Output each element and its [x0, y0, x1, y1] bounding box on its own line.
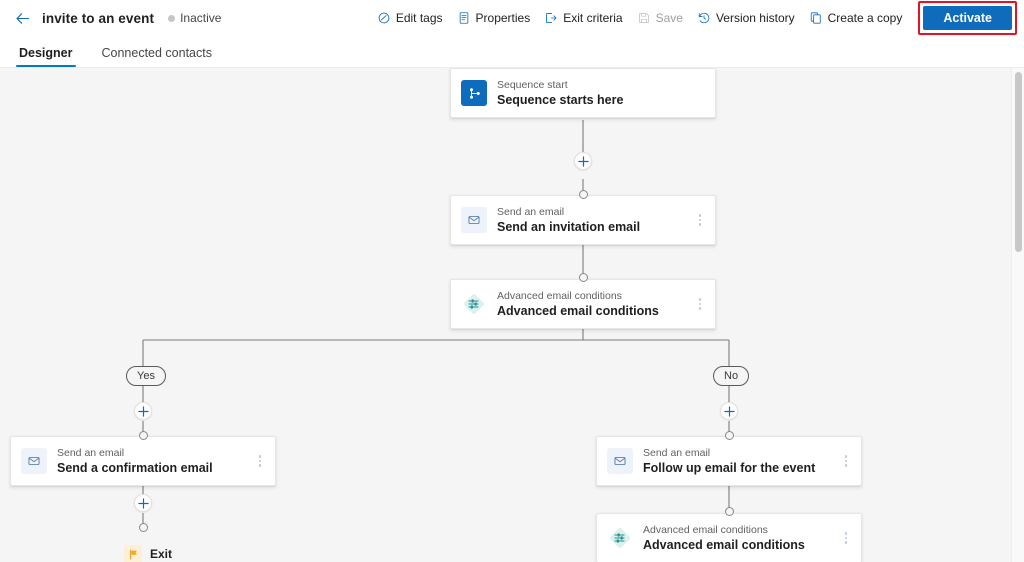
tab-designer-label: Designer [19, 46, 73, 60]
connector-dot-follow-up-email [724, 431, 734, 440]
version-history-label: Version history [715, 11, 795, 25]
activate-highlight-box: Activate [918, 1, 1017, 35]
exit-criteria-label: Exit criteria [563, 11, 623, 25]
tag-icon [377, 11, 391, 25]
node-name-label: Advanced email conditions [497, 304, 659, 318]
node-type-label: Send an email [57, 447, 125, 459]
copy-icon [809, 11, 823, 25]
connector-dot-confirmation-email [138, 431, 148, 440]
node-advanced-email-conditions-main[interactable]: Advanced email conditions Advanced email… [450, 279, 716, 329]
branch-label-no[interactable]: No [713, 366, 750, 386]
sequence-designer-app: invite to an event Inactive Edit tags Pr… [0, 0, 1024, 562]
flag-icon [124, 545, 142, 562]
history-icon [697, 11, 711, 25]
add-step-button-yes-branch[interactable] [134, 402, 152, 420]
mail-icon [21, 448, 47, 474]
node-overflow-menu-icon[interactable] [839, 450, 853, 472]
connector-dot-exit [138, 523, 148, 532]
save-label: Save [655, 11, 683, 25]
tab-designer[interactable]: Designer [16, 46, 76, 67]
tab-connected-contacts-label: Connected contacts [101, 46, 213, 60]
node-type-label: Sequence start [497, 79, 568, 91]
node-name-label: Advanced email conditions [643, 538, 805, 552]
edit-tags-label: Edit tags [395, 11, 443, 25]
app-header: invite to an event Inactive Edit tags Pr… [0, 0, 1024, 36]
node-type-label: Send an email [497, 206, 565, 218]
conditions-icon [461, 291, 487, 317]
branch-label-yes-text: Yes [137, 370, 155, 382]
node-advanced-email-conditions-branch[interactable]: Advanced email conditions Advanced email… [596, 513, 862, 562]
node-sequence-start[interactable]: Sequence start Sequence starts here [450, 68, 716, 118]
branch-label-yes[interactable]: Yes [126, 366, 166, 386]
node-name-label: Send an invitation email [497, 220, 641, 234]
activate-button[interactable]: Activate [923, 6, 1012, 30]
save-icon [637, 11, 651, 25]
node-send-confirmation-email[interactable]: Send an email Send a confirmation email [10, 436, 276, 486]
conditions-icon [607, 525, 633, 551]
version-history-button[interactable]: Version history [690, 2, 802, 34]
status-badge: Inactive [168, 11, 221, 25]
properties-button[interactable]: Properties [450, 2, 538, 34]
command-bar: Edit tags Properties Exit criteria Save … [370, 0, 1024, 36]
node-exit[interactable]: Exit [124, 545, 172, 562]
connector-dot-conditions-main [578, 273, 588, 282]
exit-criteria-button[interactable]: Exit criteria [537, 2, 629, 34]
edit-tags-button[interactable]: Edit tags [370, 2, 450, 34]
node-type-label: Send an email [643, 447, 711, 459]
tab-connected-contacts[interactable]: Connected contacts [99, 46, 216, 67]
node-overflow-menu-icon[interactable] [839, 527, 853, 549]
connector-dot-invitation-email [578, 190, 588, 199]
branch-label-no-text: No [724, 370, 739, 382]
mail-icon [461, 207, 487, 233]
save-button[interactable]: Save [630, 2, 690, 34]
exit-label: Exit [150, 547, 173, 561]
sequence-canvas[interactable]: Sequence start Sequence starts here Send… [0, 68, 1024, 562]
node-overflow-menu-icon[interactable] [693, 293, 707, 315]
node-name-label: Send a confirmation email [57, 461, 213, 475]
canvas-vertical-scrollbar[interactable] [1011, 68, 1024, 562]
create-a-copy-button[interactable]: Create a copy [802, 2, 910, 34]
node-type-label: Advanced email conditions [643, 524, 768, 536]
node-type-label: Advanced email conditions [497, 290, 622, 302]
add-step-button-before-exit[interactable] [134, 494, 152, 512]
node-follow-up-email[interactable]: Send an email Follow up email for the ev… [596, 436, 862, 486]
create-a-copy-label: Create a copy [827, 11, 903, 25]
back-arrow-icon[interactable] [10, 6, 34, 30]
connector-dot-conditions-branch [724, 507, 734, 516]
node-overflow-menu-icon[interactable] [253, 450, 267, 472]
node-name-label: Sequence starts here [497, 93, 624, 107]
exit-icon [544, 11, 558, 25]
node-overflow-menu-icon[interactable] [693, 209, 707, 231]
sequence-start-icon [461, 80, 487, 106]
node-name-label: Follow up email for the event [643, 461, 816, 475]
status-label: Inactive [180, 11, 222, 25]
mail-icon [607, 448, 633, 474]
status-dot-icon [168, 14, 176, 22]
page-title: invite to an event [42, 10, 155, 26]
properties-label: Properties [475, 11, 531, 25]
add-step-button-after-start[interactable] [574, 152, 592, 170]
canvas-scrollbar-thumb[interactable] [1015, 72, 1022, 252]
add-step-button-no-branch[interactable] [720, 402, 738, 420]
node-send-invitation-email[interactable]: Send an email Send an invitation email [450, 195, 716, 245]
tab-bar: Designer Connected contacts [0, 36, 1024, 68]
document-properties-icon [457, 11, 471, 25]
